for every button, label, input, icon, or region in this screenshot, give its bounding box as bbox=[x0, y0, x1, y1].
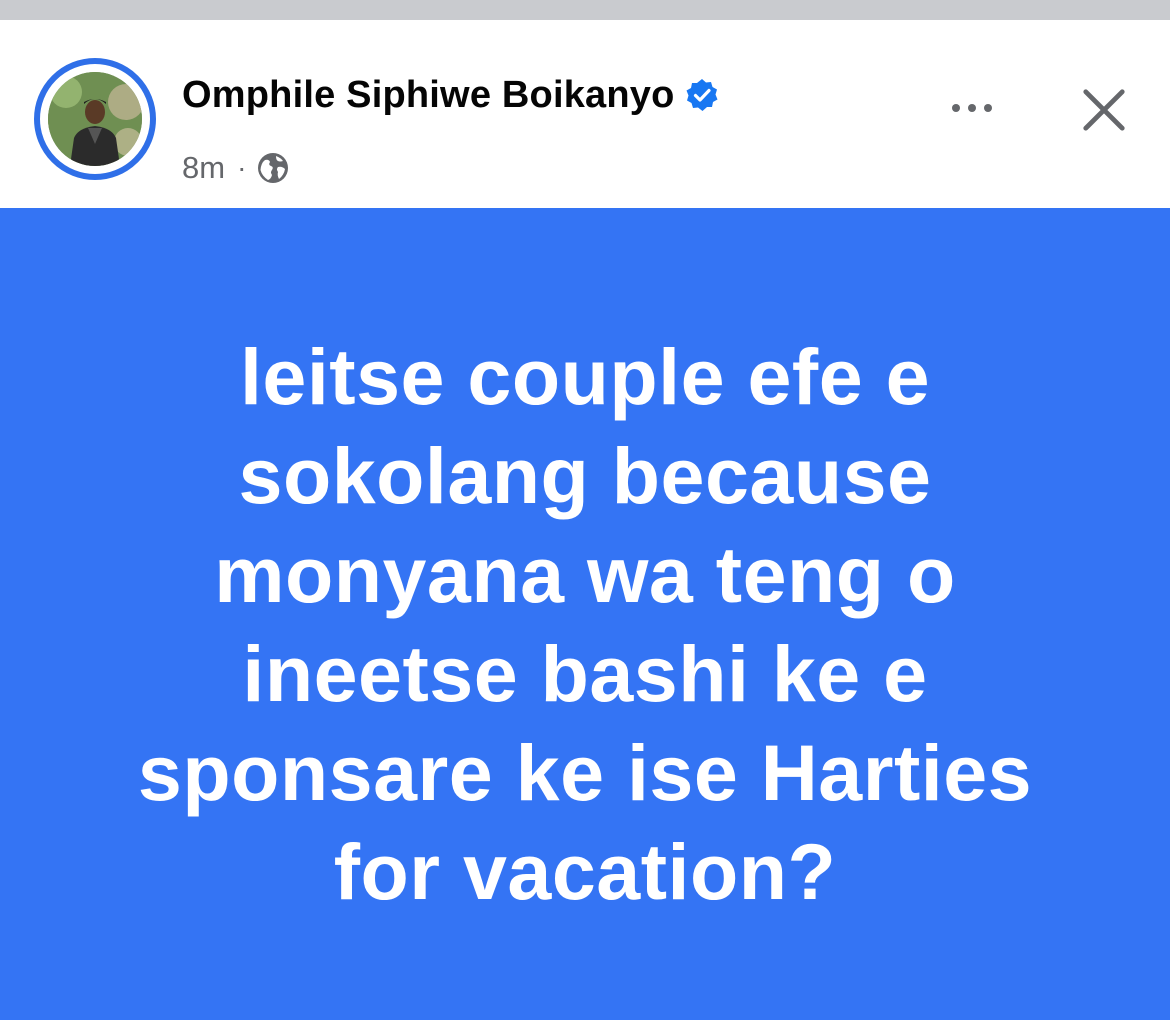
timestamp[interactable]: 8m bbox=[182, 150, 225, 186]
author-row: Omphile Siphiwe Boikanyo bbox=[182, 72, 719, 118]
post-text: leitse couple efe e sokolang because mon… bbox=[137, 332, 1033, 916]
post-header: Omphile Siphiwe Boikanyo 8m · bbox=[0, 20, 1170, 208]
close-button[interactable] bbox=[1074, 80, 1134, 140]
more-options-icon bbox=[952, 104, 992, 112]
author-name[interactable]: Omphile Siphiwe Boikanyo bbox=[182, 74, 675, 117]
close-icon bbox=[1083, 89, 1125, 131]
avatar-photo bbox=[48, 72, 142, 166]
meta-separator: · bbox=[237, 152, 247, 183]
more-options-button[interactable] bbox=[942, 86, 1002, 130]
person-photo-icon bbox=[48, 72, 142, 166]
top-divider bbox=[0, 0, 1170, 20]
avatar[interactable] bbox=[34, 58, 156, 180]
post-meta: 8m · bbox=[182, 148, 290, 188]
post-text-card[interactable]: leitse couple efe e sokolang because mon… bbox=[0, 208, 1170, 1020]
globe-icon[interactable] bbox=[256, 151, 290, 185]
verified-badge-icon bbox=[685, 78, 719, 112]
